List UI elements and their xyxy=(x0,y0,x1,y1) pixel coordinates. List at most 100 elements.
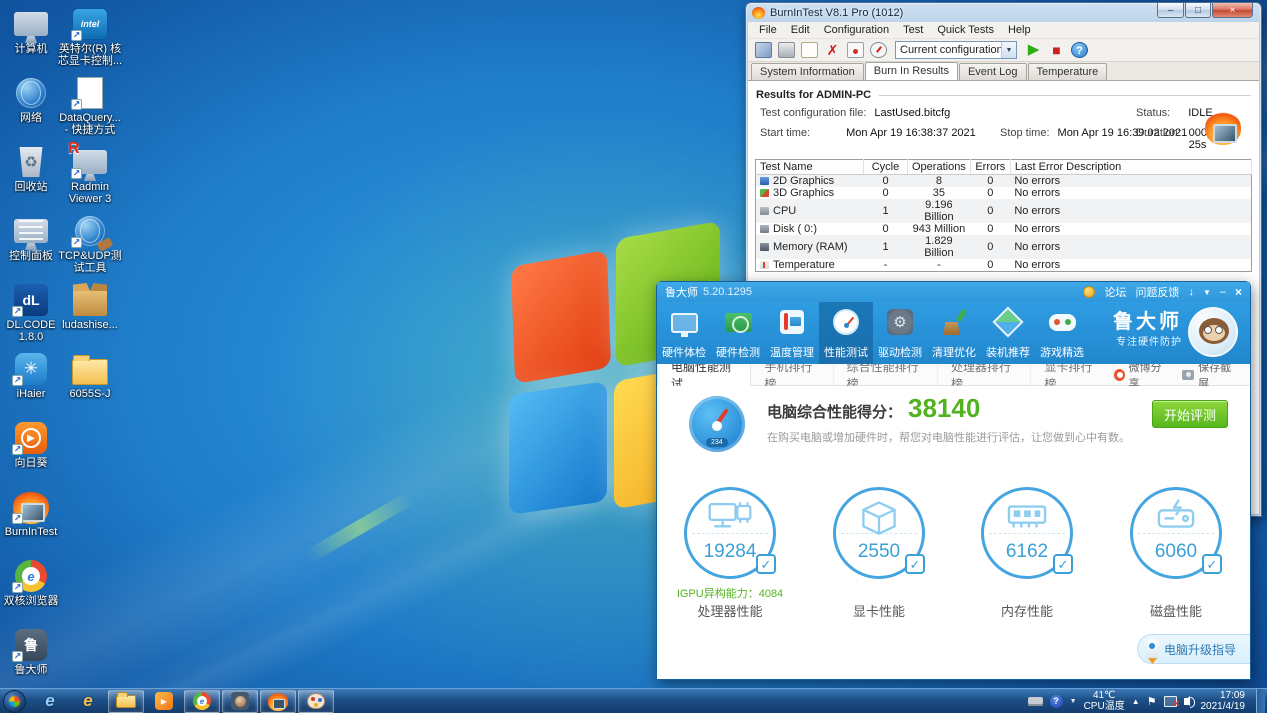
tab-temperature[interactable]: Temperature xyxy=(1028,63,1108,80)
check-badge-icon[interactable]: ✓ xyxy=(905,554,925,574)
desktop-icon-tcpudp-tool[interactable]: ↗ TCP&UDP测试工具 xyxy=(56,213,124,282)
check-badge-icon[interactable]: ✓ xyxy=(1053,554,1073,574)
upgrade-guide-button[interactable]: 电脑升级指导 xyxy=(1137,634,1250,664)
tab-burn-in-results[interactable]: Burn In Results xyxy=(865,62,958,80)
col-operations[interactable]: Operations xyxy=(908,160,971,175)
col-cycle[interactable]: Cycle xyxy=(864,160,908,175)
download-icon[interactable]: ↓ xyxy=(1188,286,1194,298)
desktop-icon-computer[interactable]: 计算机 xyxy=(2,6,60,75)
taskbar-dualcore-browser[interactable]: e xyxy=(184,690,220,713)
col-test-name[interactable]: Test Name xyxy=(756,160,864,175)
show-hidden-icons-button[interactable]: ▲ xyxy=(1132,697,1140,706)
gpu-score-circle[interactable]: 2550 ✓ xyxy=(833,487,925,579)
tray-overflow-icon[interactable]: ▼ xyxy=(1070,698,1077,705)
show-desktop-button[interactable] xyxy=(1256,689,1265,713)
desktop-icon-control-panel[interactable]: 控制面板 xyxy=(2,213,60,282)
menu-edit[interactable]: Edit xyxy=(784,23,817,37)
maximize-button[interactable]: □ xyxy=(1185,3,1211,18)
close-button[interactable]: × xyxy=(1235,285,1242,299)
taskbar-windows-explorer[interactable] xyxy=(108,690,144,713)
taskbar-media-player[interactable]: ▶ xyxy=(146,690,182,713)
check-badge-icon[interactable]: ✓ xyxy=(756,554,776,574)
minimize-button[interactable]: – xyxy=(1157,3,1184,18)
start-benchmark-button[interactable]: 开始评测 xyxy=(1152,400,1228,428)
certificate-icon[interactable] xyxy=(847,42,864,58)
action-center-flag-icon[interactable]: ⚑ xyxy=(1147,695,1157,708)
nav-hardware-detect[interactable]: 硬件检测 xyxy=(711,302,765,364)
tab-pc-performance-test[interactable]: 电脑性能测试 xyxy=(657,364,751,386)
desktop-icon-sunflower[interactable]: ▶↗ 向日葵 xyxy=(2,420,60,489)
view-report-icon[interactable] xyxy=(801,42,818,58)
close-button[interactable]: × xyxy=(1212,3,1253,18)
tab-system-information[interactable]: System Information xyxy=(751,63,864,80)
start-button[interactable] xyxy=(3,690,26,713)
menu-configuration[interactable]: Configuration xyxy=(817,23,896,37)
desktop-icon-network[interactable]: 网络 xyxy=(2,75,60,144)
cpu-score-circle[interactable]: 19284 ✓ xyxy=(684,487,776,579)
delete-icon[interactable]: ✗ xyxy=(824,42,841,58)
desktop-icon-intel-graphics[interactable]: intel↗ 英特尔(R) 核芯显卡控制... xyxy=(56,6,124,75)
disk-score-circle[interactable]: 6060 ✓ xyxy=(1130,487,1222,579)
table-row[interactable]: Disk ( 0:) 0 943 Million 0 No errors xyxy=(756,223,1252,235)
print-report-icon[interactable] xyxy=(778,42,795,58)
tab-event-log[interactable]: Event Log xyxy=(959,63,1027,80)
medal-icon[interactable] xyxy=(1083,286,1095,298)
menu-help[interactable]: Help xyxy=(1001,23,1038,37)
minimize-button[interactable]: – xyxy=(1220,286,1226,298)
desktop-icon-burnintest[interactable]: ↗ BurnInTest xyxy=(2,489,60,558)
desktop-icon-ihaier[interactable]: ✳↗ iHaier xyxy=(2,351,60,420)
check-badge-icon[interactable]: ✓ xyxy=(1202,554,1222,574)
configuration-dropdown[interactable]: Current configuration ▼ xyxy=(895,41,1017,59)
taskbar-ludashi[interactable] xyxy=(222,690,258,713)
desktop-icon-ludashi[interactable]: 鲁↗ 鲁大师 xyxy=(2,627,60,696)
tab-overall-ranking[interactable]: 综合性能排行榜 xyxy=(834,364,938,385)
feedback-link[interactable]: 问题反馈 xyxy=(1135,284,1179,300)
table-row[interactable]: 3D Graphics 0 35 0 No errors xyxy=(756,187,1252,199)
nav-clean-optimize[interactable]: 清理优化 xyxy=(927,302,981,364)
table-row[interactable]: 2D Graphics 0 8 0 No errors xyxy=(756,175,1252,188)
tab-cpu-ranking[interactable]: 处理器排行榜 xyxy=(938,364,1031,385)
desktop-icon-dlcode[interactable]: dL↗ DL.CODE 1.8.0 xyxy=(2,282,60,351)
desktop-icon-dataquery[interactable]: ↗ DataQuery... - 快捷方式 xyxy=(56,75,124,144)
table-row[interactable]: CPU 1 9.196 Billion 0 No errors xyxy=(756,199,1252,223)
nav-build-recommend[interactable]: 装机推荐 xyxy=(981,302,1035,364)
dropdown-arrow-icon[interactable]: ▼ xyxy=(1001,42,1016,58)
menu-test[interactable]: Test xyxy=(896,23,930,37)
taskbar-paint[interactable] xyxy=(298,690,334,713)
col-last-error[interactable]: Last Error Description xyxy=(1010,160,1251,175)
gauge-icon[interactable] xyxy=(870,42,887,58)
nav-performance-test[interactable]: 性能测试 xyxy=(819,302,873,364)
clock[interactable]: 17:09 2021/4/19 xyxy=(1201,690,1250,712)
help-tray-icon[interactable]: ? xyxy=(1050,695,1063,708)
nav-temperature[interactable]: 温度管理 xyxy=(765,302,819,364)
menu-quick-tests[interactable]: Quick Tests xyxy=(930,23,1001,37)
network-disconnected-icon[interactable] xyxy=(1164,696,1177,707)
desktop-icon-dualcore-browser[interactable]: e↗ 双核浏览器 xyxy=(2,558,60,627)
ram-score-circle[interactable]: 6162 ✓ xyxy=(981,487,1073,579)
menu-file[interactable]: File xyxy=(752,23,784,37)
col-errors[interactable]: Errors xyxy=(970,160,1010,175)
desktop-icon-recycle-bin[interactable]: ♻ 回收站 xyxy=(2,144,60,213)
stop-tests-button[interactable]: ■ xyxy=(1048,42,1065,58)
start-tests-button[interactable]: ▶ xyxy=(1025,42,1042,58)
forum-link[interactable]: 论坛 xyxy=(1104,284,1126,300)
save-report-icon[interactable] xyxy=(755,42,772,58)
desktop-icon-ludashi-setup[interactable]: ludashise... xyxy=(56,282,124,351)
skin-icon[interactable]: ▼ xyxy=(1203,288,1211,297)
desktop-icon-radmin[interactable]: R↗ Radmin Viewer 3 xyxy=(56,144,124,213)
input-device-tray-icon[interactable] xyxy=(1028,697,1043,706)
tab-gpu-ranking[interactable]: 显卡排行榜 xyxy=(1031,364,1113,385)
table-row[interactable]: Memory (RAM) 1 1.829 Billion 0 No errors xyxy=(756,235,1252,259)
taskbar-internet-explorer-alt[interactable]: e xyxy=(70,690,106,713)
ludashi-titlebar[interactable]: 鲁大师 5.20.1295 论坛 问题反馈 ↓ ▼ – × xyxy=(657,282,1250,302)
table-row[interactable]: Temperature - - 0 No errors xyxy=(756,259,1252,272)
tab-phone-ranking[interactable]: 手机排行榜 xyxy=(751,364,833,385)
taskbar-burnintest[interactable] xyxy=(260,690,296,713)
cpu-temperature-widget[interactable]: 41℃ CPU温度 xyxy=(1084,690,1125,712)
nav-game-featured[interactable]: 游戏精选 xyxy=(1035,302,1089,364)
mascot-avatar[interactable] xyxy=(1188,307,1238,357)
help-icon[interactable]: ? xyxy=(1071,42,1088,58)
desktop-icon-folder-6055sj[interactable]: 6055S-J xyxy=(56,351,124,420)
taskbar-internet-explorer[interactable]: e xyxy=(32,690,68,713)
nav-driver-detect[interactable]: ⚙驱动检测 xyxy=(873,302,927,364)
